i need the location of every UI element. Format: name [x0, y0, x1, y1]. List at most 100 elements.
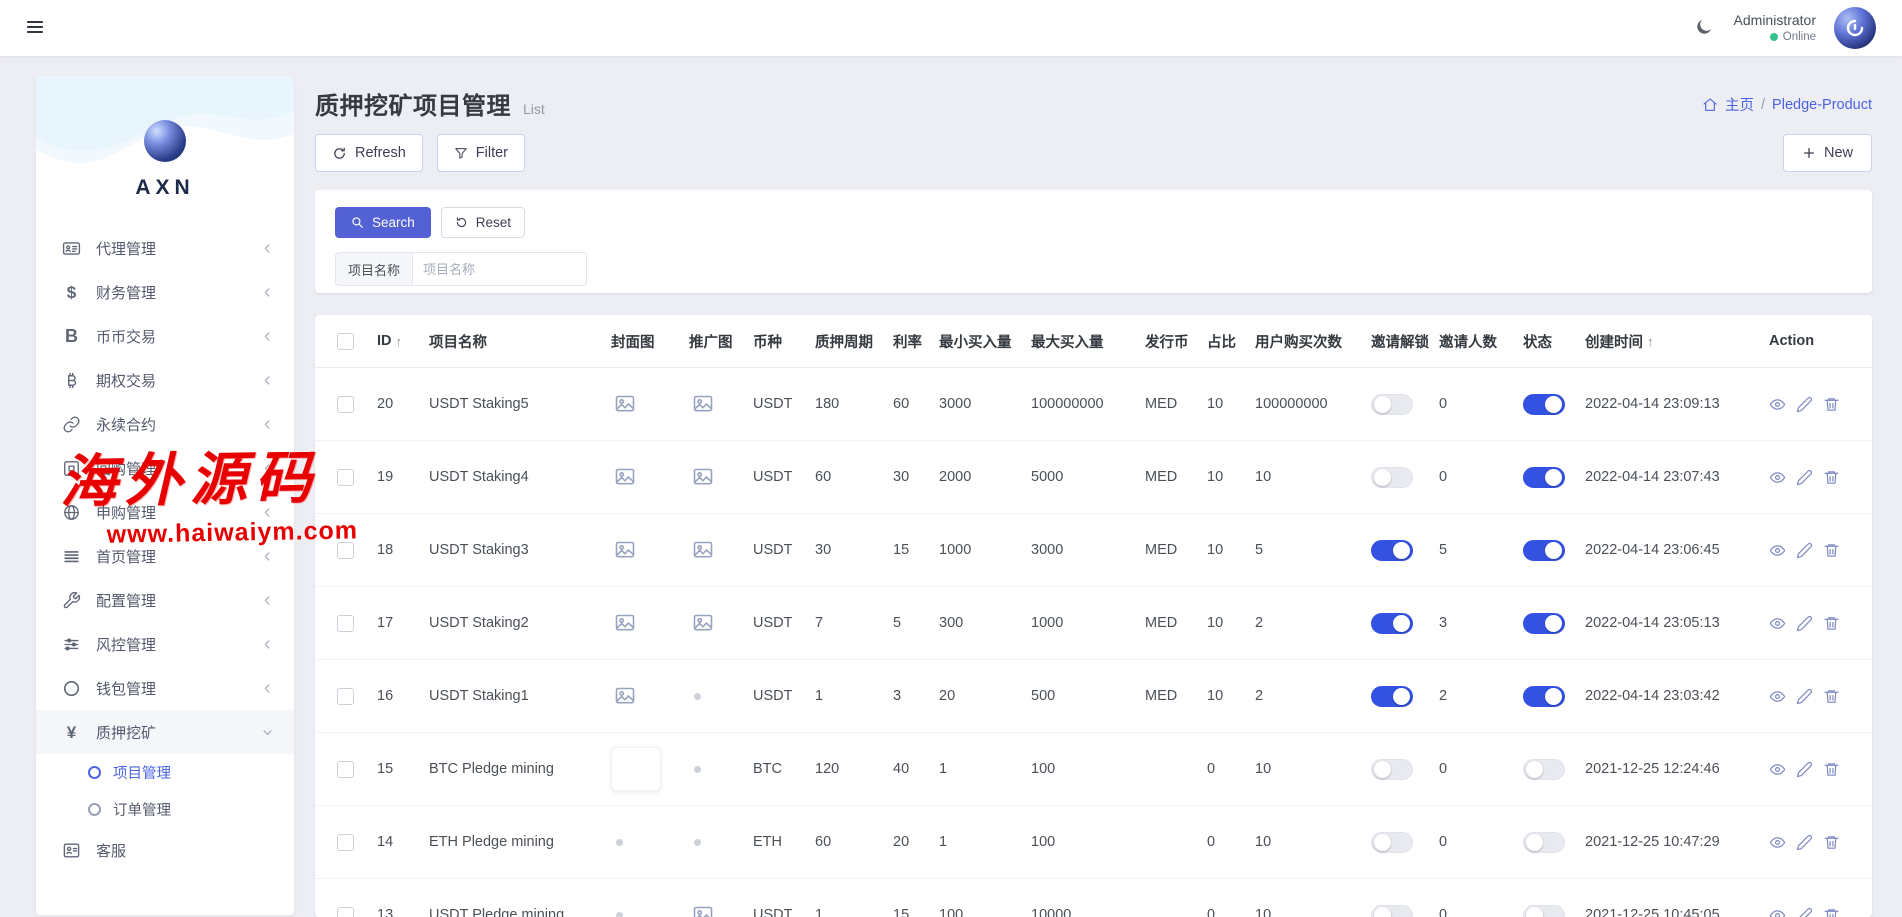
view-button[interactable]	[1769, 907, 1786, 917]
breadcrumb-home-link[interactable]: 主页	[1725, 94, 1754, 115]
sidebar-item-subscription[interactable]: 申购管理	[36, 490, 294, 534]
status-toggle[interactable]	[1523, 832, 1565, 853]
sidebar-item-spot-trade[interactable]: B币币交易	[36, 314, 294, 358]
edit-button[interactable]	[1796, 907, 1813, 917]
column-header-created[interactable]: 创建时间↑	[1585, 331, 1769, 352]
edit-button[interactable]	[1796, 761, 1813, 778]
project-name-input[interactable]	[412, 252, 587, 286]
sidebar-item-perpetual[interactable]: 永续合约	[36, 402, 294, 446]
invite-unlock-toggle[interactable]	[1371, 540, 1413, 561]
row-checkbox[interactable]	[337, 615, 354, 632]
view-button[interactable]	[1769, 615, 1786, 632]
column-header-cover[interactable]: 封面图	[611, 331, 689, 352]
delete-button[interactable]	[1823, 396, 1840, 413]
delete-button[interactable]	[1823, 688, 1840, 705]
view-button[interactable]	[1769, 834, 1786, 851]
menu-toggle-button[interactable]	[22, 15, 48, 41]
row-checkbox[interactable]	[337, 761, 354, 778]
user-avatar[interactable]	[1834, 7, 1876, 49]
sidebar-subitem-order[interactable]: 订单管理	[36, 791, 294, 828]
invite-unlock-toggle[interactable]	[1371, 905, 1413, 917]
edit-button[interactable]	[1796, 688, 1813, 705]
cell-value-invites: 3	[1439, 615, 1447, 631]
edit-button[interactable]	[1796, 615, 1813, 632]
column-header-period[interactable]: 质押周期	[815, 331, 893, 352]
column-header-action[interactable]: Action	[1769, 333, 1850, 349]
invite-unlock-toggle[interactable]	[1371, 467, 1413, 488]
cell-name: USDT Pledge mining	[429, 907, 611, 917]
status-toggle[interactable]	[1523, 613, 1565, 634]
edit-button[interactable]	[1796, 396, 1813, 413]
sidebar-item-buyback[interactable]: 回购管理	[36, 446, 294, 490]
column-header-min[interactable]: 最小买入量	[939, 331, 1031, 352]
sidebar-item-agent[interactable]: 代理管理	[36, 226, 294, 270]
status-toggle[interactable]	[1523, 759, 1565, 780]
delete-button[interactable]	[1823, 615, 1840, 632]
row-checkbox[interactable]	[337, 469, 354, 486]
cell-value-buy_count: 10	[1255, 469, 1271, 485]
sidebar-item-risk[interactable]: 风控管理	[36, 622, 294, 666]
row-checkbox[interactable]	[337, 834, 354, 851]
edit-button[interactable]	[1796, 542, 1813, 559]
table-row: 14ETH Pledge miningETH6020110001002021-1…	[315, 806, 1872, 879]
edit-button[interactable]	[1796, 469, 1813, 486]
status-toggle[interactable]	[1523, 905, 1565, 917]
reset-button[interactable]: Reset	[441, 207, 525, 238]
filter-button[interactable]: Filter	[437, 134, 525, 172]
search-button[interactable]: Search	[335, 207, 431, 238]
view-button[interactable]	[1769, 396, 1786, 413]
column-header-coin[interactable]: 币种	[753, 331, 815, 352]
view-button[interactable]	[1769, 761, 1786, 778]
delete-button[interactable]	[1823, 542, 1840, 559]
sidebar-item-config[interactable]: 配置管理	[36, 578, 294, 622]
delete-button[interactable]	[1823, 907, 1840, 917]
invite-unlock-toggle[interactable]	[1371, 686, 1413, 707]
new-button[interactable]: New	[1783, 134, 1872, 172]
column-header-name[interactable]: 项目名称	[429, 331, 611, 352]
column-header-invite_unlock[interactable]: 邀请解锁	[1371, 331, 1439, 352]
refresh-button[interactable]: Refresh	[315, 134, 423, 172]
row-checkbox[interactable]	[337, 907, 354, 917]
view-button[interactable]	[1769, 542, 1786, 559]
delete-button[interactable]	[1823, 469, 1840, 486]
invite-unlock-toggle[interactable]	[1371, 832, 1413, 853]
column-header-issuer[interactable]: 发行币	[1145, 331, 1207, 352]
sidebar-item-service[interactable]: 客服	[36, 828, 294, 872]
cell-value-invites: 5	[1439, 542, 1447, 558]
column-header-id[interactable]: ID↑	[377, 333, 429, 349]
column-header-ratio[interactable]: 占比	[1207, 331, 1255, 352]
sidebar-item-pledge[interactable]: ¥质押挖矿	[36, 710, 294, 754]
invite-unlock-toggle[interactable]	[1371, 759, 1413, 780]
sidebar-item-wallet[interactable]: 钱包管理	[36, 666, 294, 710]
edit-button[interactable]	[1796, 834, 1813, 851]
status-toggle[interactable]	[1523, 394, 1565, 415]
select-all-checkbox[interactable]	[337, 333, 354, 350]
view-button[interactable]	[1769, 688, 1786, 705]
view-button[interactable]	[1769, 469, 1786, 486]
invite-unlock-toggle[interactable]	[1371, 394, 1413, 415]
sidebar-item-homepage[interactable]: 首页管理	[36, 534, 294, 578]
row-checkbox[interactable]	[337, 542, 354, 559]
invite-unlock-toggle[interactable]	[1371, 613, 1413, 634]
refresh-button-label: Refresh	[355, 145, 406, 161]
column-header-promo[interactable]: 推广图	[689, 331, 753, 352]
cell-min: 20	[939, 688, 1031, 704]
delete-button[interactable]	[1823, 761, 1840, 778]
brand-logo[interactable]: AXN	[36, 76, 294, 200]
column-header-rate[interactable]: 利率	[893, 331, 939, 352]
sidebar-item-option-trade[interactable]: 期权交易	[36, 358, 294, 402]
breadcrumb-current-link[interactable]: Pledge-Product	[1772, 97, 1872, 113]
status-toggle[interactable]	[1523, 467, 1565, 488]
sidebar-subitem-project[interactable]: 项目管理	[36, 754, 294, 791]
column-header-max[interactable]: 最大买入量	[1031, 331, 1145, 352]
delete-button[interactable]	[1823, 834, 1840, 851]
row-checkbox[interactable]	[337, 396, 354, 413]
dark-mode-button[interactable]	[1692, 16, 1716, 40]
status-toggle[interactable]	[1523, 540, 1565, 561]
column-header-buy_count[interactable]: 用户购买次数	[1255, 331, 1371, 352]
status-toggle[interactable]	[1523, 686, 1565, 707]
column-header-invites[interactable]: 邀请人数	[1439, 331, 1523, 352]
row-checkbox[interactable]	[337, 688, 354, 705]
sidebar-item-finance[interactable]: $财务管理	[36, 270, 294, 314]
column-header-status[interactable]: 状态	[1523, 331, 1585, 352]
